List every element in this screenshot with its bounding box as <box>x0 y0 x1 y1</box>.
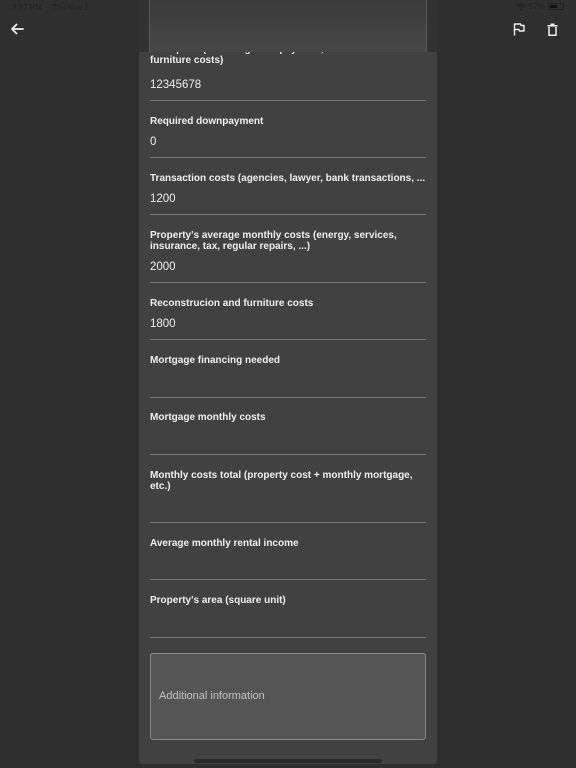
top-bar: 3:37 PM Thu Nov 5 57% <box>0 0 576 52</box>
field-final-price[interactable]: Final price (including downpayment, tran… <box>150 44 426 101</box>
flag-button[interactable] <box>510 20 528 38</box>
field-label: Average monthly rental income <box>150 538 299 549</box>
form-card: Final price (including downpayment, tran… <box>139 0 437 764</box>
field-value[interactable]: 2000 <box>150 260 176 274</box>
field-mortgage-monthly[interactable]: Mortgage monthly costs <box>150 412 426 455</box>
field-property-monthly-costs[interactable]: Property's average monthly costs (energy… <box>150 230 426 283</box>
field-transaction-costs[interactable]: Transaction costs (agencies, lawyer, ban… <box>150 173 426 215</box>
battery-icon <box>548 3 564 10</box>
additional-info-placeholder: Additional information <box>159 690 265 702</box>
status-indicators: 57% <box>516 2 564 11</box>
field-label: Required downpayment <box>150 116 264 127</box>
field-property-area[interactable]: Property's area (square unit) <box>150 595 426 638</box>
field-label: Mortgage financing needed <box>150 355 281 366</box>
flag-icon <box>513 22 525 35</box>
field-rental-income[interactable]: Average monthly rental income <box>150 538 426 580</box>
field-value[interactable]: 0 <box>150 135 156 149</box>
field-value[interactable]: 12345678 <box>150 78 201 92</box>
field-label: Mortgage monthly costs <box>150 412 266 423</box>
status-date: Thu Nov 5 <box>52 3 89 12</box>
field-value[interactable]: 1800 <box>150 317 176 331</box>
field-label: Property's area (square unit) <box>150 595 286 606</box>
field-label: Reconstrucion and furniture costs <box>150 298 314 309</box>
field-reconstruction-costs[interactable]: Reconstrucion and furniture costs 1800 <box>150 298 426 340</box>
trash-icon <box>547 23 557 36</box>
field-label: Property's average monthly costs (energy… <box>150 230 397 252</box>
additional-info-textarea[interactable]: Additional information <box>150 653 426 740</box>
home-indicator <box>194 759 382 763</box>
back-button[interactable] <box>8 20 26 38</box>
delete-button[interactable] <box>543 20 561 38</box>
header-card-overlay <box>149 0 427 52</box>
status-time: 3:37 PM <box>12 3 42 12</box>
wifi-icon <box>516 2 526 11</box>
arrow-left-icon <box>11 23 24 35</box>
field-mortgage-financing[interactable]: Mortgage financing needed <box>150 355 426 398</box>
battery-percent: 57% <box>528 2 545 11</box>
battery-level <box>550 5 557 8</box>
field-value[interactable]: 1200 <box>150 192 176 206</box>
field-label: Transaction costs (agencies, lawyer, ban… <box>150 173 426 184</box>
field-required-downpayment[interactable]: Required downpayment 0 <box>150 116 426 158</box>
field-label: Monthly costs total (property cost + mon… <box>150 470 413 492</box>
field-monthly-costs-total[interactable]: Monthly costs total (property cost + mon… <box>150 470 426 523</box>
